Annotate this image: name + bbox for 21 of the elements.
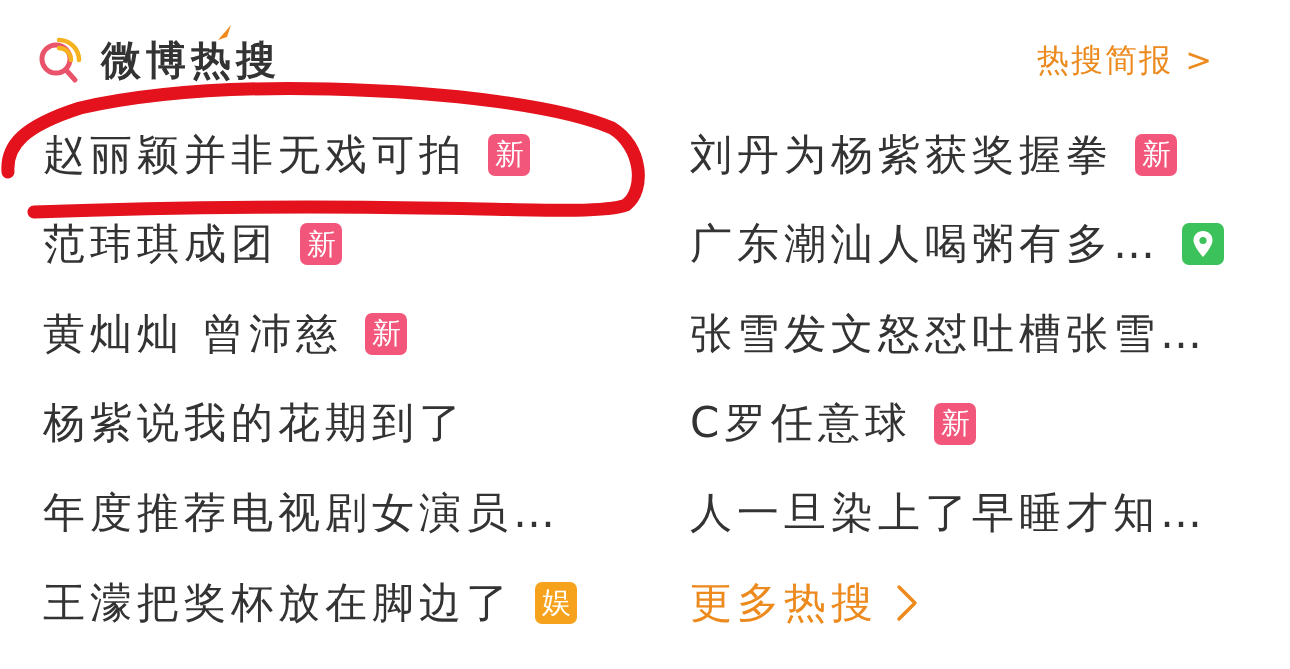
hot-topic-link[interactable]: C罗任意球 <box>690 398 913 449</box>
hot-topic-link[interactable]: 年度推荐电视剧女演员… <box>43 487 560 539</box>
chevron-right-icon <box>896 583 918 622</box>
hot-topic-link[interactable]: 黄灿灿 曾沛慈 <box>43 308 344 360</box>
hot-topic-link[interactable]: 范玮琪成团 <box>43 219 278 270</box>
new-tag: 新 <box>934 402 977 445</box>
flame-icon <box>218 25 231 40</box>
entertainment-tag: 娱 <box>535 581 577 624</box>
new-tag: 新 <box>300 223 342 266</box>
widget-title: 微博热搜 <box>101 40 281 80</box>
hot-topic-link[interactable]: 杨紫说我的花期到了 <box>43 398 466 449</box>
new-tag: 新 <box>365 313 408 355</box>
new-tag: 新 <box>1135 133 1177 176</box>
new-tag: 新 <box>488 133 530 176</box>
hot-topic-link[interactable]: 王濛把奖杯放在脚边了 <box>43 577 513 628</box>
hot-topic-link[interactable]: 人一旦染上了早睡才知… <box>690 487 1207 539</box>
hot-topic-link[interactable]: 张雪发文怒怼吐槽张雪… <box>690 308 1207 360</box>
location-pin-icon <box>1182 223 1224 266</box>
hot-topic-link[interactable]: 广东潮汕人喝粥有多… <box>690 219 1160 270</box>
hot-topic-link[interactable]: 赵丽颖并非无戏可拍 <box>43 129 466 180</box>
hot-topic-link[interactable]: 刘丹为杨紫获奖握拳 <box>690 129 1113 180</box>
